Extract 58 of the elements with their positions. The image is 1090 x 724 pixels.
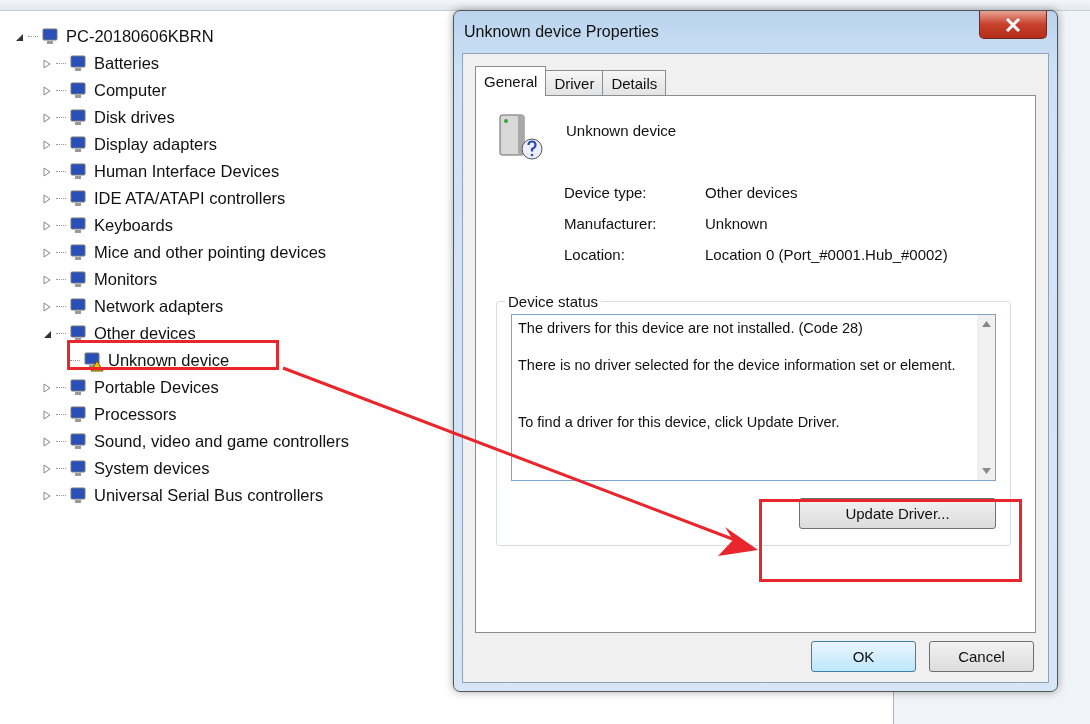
- tree-item[interactable]: Computer: [94, 81, 167, 100]
- collapsed-arrow-icon[interactable]: [42, 58, 52, 69]
- tree-item[interactable]: Processors: [94, 405, 177, 424]
- collapsed-arrow-icon[interactable]: [42, 85, 52, 96]
- window-title: Unknown device Properties: [464, 23, 659, 41]
- tree-item[interactable]: Universal Serial Bus controllers: [94, 486, 324, 505]
- property-label: Device type:: [564, 184, 648, 201]
- tree-item[interactable]: IDE ATA/ATAPI controllers: [94, 189, 286, 208]
- close-icon: [1005, 17, 1021, 32]
- tree-item[interactable]: Other devices: [94, 324, 196, 343]
- collapsed-arrow-icon[interactable]: [42, 463, 52, 474]
- tab[interactable]: Driver: [545, 70, 604, 96]
- close-button[interactable]: [979, 11, 1047, 39]
- tree-item[interactable]: Unknown device: [108, 351, 230, 370]
- status-text-box[interactable]: The drivers for this device are not installed. (Code 28) There is no driver selected for the device information set or element. To find a driver for this device, click Update Driver.: [511, 314, 996, 481]
- tree-item[interactable]: PC-20180606KBRN: [66, 27, 214, 46]
- collapsed-arrow-icon[interactable]: [42, 193, 52, 204]
- group-title: Device status: [507, 293, 600, 310]
- collapsed-arrow-icon[interactable]: [42, 490, 52, 501]
- update-driver-button[interactable]: Update Driver...: [799, 498, 996, 529]
- collapsed-arrow-icon[interactable]: [42, 436, 52, 447]
- tree-item[interactable]: Monitors: [94, 270, 158, 289]
- tab[interactable]: Details: [602, 70, 667, 96]
- tree-item[interactable]: Disk drives: [94, 108, 175, 127]
- collapsed-arrow-icon[interactable]: [42, 166, 52, 177]
- tree-item[interactable]: Mice and other pointing devices: [94, 243, 327, 262]
- tree-item[interactable]: Batteries: [94, 54, 160, 73]
- tree-item[interactable]: Display adapters: [94, 135, 217, 154]
- status-message: There is no driver selected for the device information set or element.: [518, 356, 957, 375]
- collapsed-arrow-icon[interactable]: [42, 112, 52, 123]
- collapsed-arrow-icon[interactable]: [42, 139, 52, 150]
- tree-item[interactable]: Portable Devices: [94, 378, 219, 397]
- collapsed-arrow-icon[interactable]: [42, 220, 52, 231]
- collapsed-arrow-icon[interactable]: [42, 274, 52, 285]
- collapsed-arrow-icon[interactable]: [42, 382, 52, 393]
- property-value: Other devices: [705, 184, 799, 201]
- collapsed-arrow-icon[interactable]: [42, 247, 52, 258]
- tree-item[interactable]: Network adapters: [94, 297, 224, 316]
- property-value: Unknown: [705, 215, 769, 232]
- scrollbar[interactable]: [977, 315, 995, 480]
- tree-item[interactable]: System devices: [94, 459, 210, 478]
- status-message: To find a driver for this device, click Update Driver.: [518, 413, 841, 432]
- tree-item[interactable]: Sound, video and game controllers: [94, 432, 349, 451]
- tree-item[interactable]: Human Interface Devices: [94, 162, 280, 181]
- cancel-button[interactable]: Cancel: [929, 641, 1034, 672]
- tree-item[interactable]: Keyboards: [94, 216, 173, 235]
- device-question-icon: [496, 112, 544, 162]
- status-message: The drivers for this device are not installed. (Code 28): [518, 319, 864, 338]
- property-value: Location 0 (Port_#0001.Hub_#0002): [705, 246, 949, 263]
- collapsed-arrow-icon[interactable]: [42, 409, 52, 420]
- ok-button[interactable]: OK: [811, 641, 916, 672]
- scroll-up-icon[interactable]: [981, 321, 991, 327]
- tab[interactable]: General: [475, 66, 547, 96]
- property-label: Manufacturer:: [564, 215, 658, 232]
- property-label: Location:: [564, 246, 626, 263]
- collapsed-arrow-icon[interactable]: [42, 301, 52, 312]
- scroll-down-icon[interactable]: [981, 468, 991, 474]
- device-name: Unknown device: [566, 122, 677, 139]
